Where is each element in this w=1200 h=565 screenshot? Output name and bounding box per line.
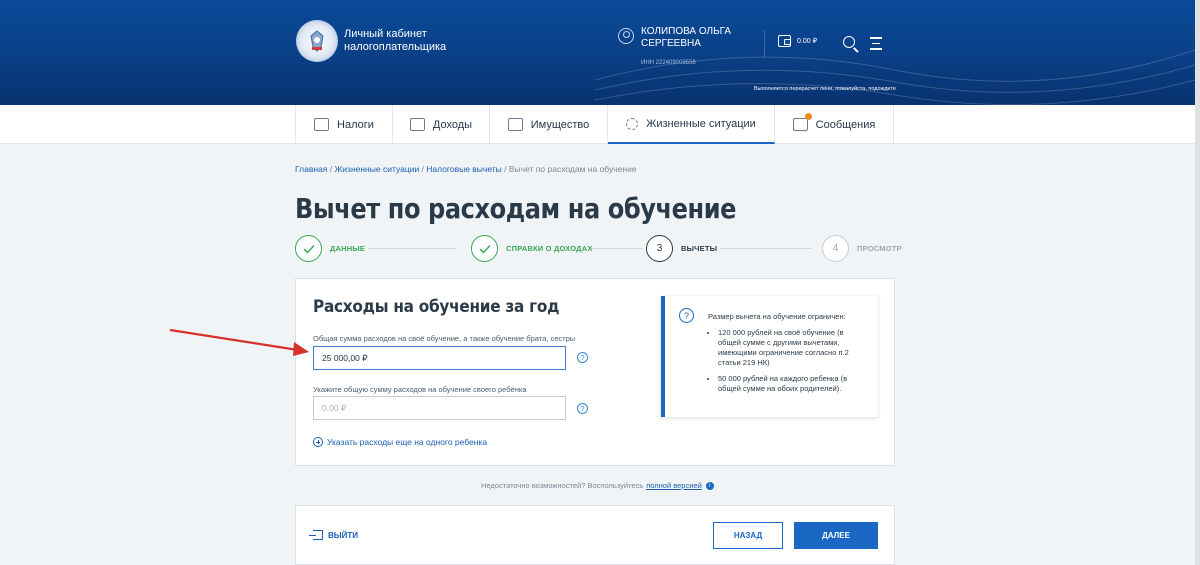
header-divider <box>764 30 765 58</box>
own-expenses-label: Общая сумма расходов на своё обучение, а… <box>313 334 576 343</box>
nav-taxes-label: Налоги <box>337 118 374 131</box>
breadcrumb: Главная / Жизненные ситуации / Налоговые… <box>295 164 637 174</box>
step-data-label: ДАННЫЕ <box>330 244 366 253</box>
nav-income[interactable]: Доходы <box>393 105 490 144</box>
recalc-notice: Выполняется перерасчет пени, пожалуйста,… <box>754 86 896 92</box>
logo-line-1: Личный кабинет <box>344 28 427 40</box>
nav-property-label: Имущество <box>530 118 590 131</box>
back-button[interactable]: НАЗАД <box>713 522 783 549</box>
page-title: Вычет по расходам на обучение <box>295 192 737 225</box>
breadcrumb-life-situations[interactable]: Жизненные ситуации <box>334 164 419 174</box>
step-number: 4 <box>822 235 849 262</box>
deduction-limit-info: ? Размер вычета на обучение ограничен: 1… <box>661 296 878 417</box>
own-expenses-input[interactable]: 25 000,00 ₽ <box>313 346 566 370</box>
nav-property[interactable]: Имущество <box>490 105 608 144</box>
info-list: 120 000 рублей на своё обучение (в общей… <box>708 328 868 400</box>
user-inn: ИНН 222409008558 <box>641 60 696 66</box>
step-connector <box>590 248 643 249</box>
step-income-certs-label: СПРАВКИ О ДОХОДАХ <box>506 244 593 253</box>
step-deductions-label: ВЫЧЕТЫ <box>681 244 718 253</box>
stepper: ДАННЫЕ СПРАВКИ О ДОХОДАХ 3 ВЫЧЕТЫ 4 ПРОС… <box>295 235 902 263</box>
add-child-expenses-label: Указать расходы еще на одного ребенка <box>327 437 488 447</box>
full-version-link[interactable]: полной версией <box>646 481 702 490</box>
plus-circle-icon <box>313 437 323 447</box>
property-icon <box>507 118 523 131</box>
info-list-item: 50 000 рублей на каждого ребенка (в обще… <box>718 374 868 394</box>
info-icon: i <box>705 481 714 490</box>
nav-messages[interactable]: Сообщения <box>775 105 894 144</box>
life-situations-icon <box>626 117 639 130</box>
scrollbar[interactable] <box>1195 0 1200 565</box>
user-icon <box>618 28 634 44</box>
user-profile[interactable]: КОЛИПОВА ОЛЬГА СЕРГЕЕВНА ИНН 22240900855… <box>618 26 731 69</box>
nav-taxes[interactable]: Налоги <box>296 105 393 144</box>
logo[interactable]: Личный кабинет налогоплательщика <box>296 20 446 62</box>
nav-life-situations-label: Жизненные ситуации <box>646 117 756 130</box>
income-icon <box>409 118 425 131</box>
form-title: Расходы на обучение за год <box>313 297 560 317</box>
nav-income-label: Доходы <box>432 118 473 131</box>
balance[interactable]: 0.00 ₽ <box>778 35 817 47</box>
messages-icon <box>792 113 812 131</box>
nav-messages-label: Сообщения <box>815 118 876 131</box>
user-first-name: КОЛИПОВА ОЛЬГА <box>641 26 732 37</box>
education-expenses-form: Расходы на обучение за год Общая сумма р… <box>295 278 895 466</box>
exit-icon <box>309 530 323 540</box>
step-review: 4 ПРОСМОТР <box>822 235 902 262</box>
main-nav: Налоги Доходы Имущество Жизненные ситуац… <box>0 105 1195 144</box>
step-connector <box>720 248 812 249</box>
menu-icon[interactable] <box>870 37 882 54</box>
form-actions: ВЫЙТИ НАЗАД ДАЛЕЕ <box>295 505 895 565</box>
logo-line-2: налогоплательщика <box>344 41 447 53</box>
note-text: Недостаточно возможностей? Воспользуйтес… <box>481 481 644 490</box>
step-connector <box>368 248 456 249</box>
breadcrumb-current: Вычет по расходам на обучение <box>508 164 637 174</box>
step-data[interactable]: ДАННЫЕ <box>295 235 365 262</box>
exit-button[interactable]: ВЫЙТИ <box>309 530 358 540</box>
check-icon <box>471 235 498 262</box>
question-icon: ? <box>679 308 694 323</box>
tax-icon <box>314 118 330 131</box>
help-icon[interactable]: ? <box>577 403 588 414</box>
step-deductions: 3 ВЫЧЕТЫ <box>646 235 717 262</box>
child-expenses-input[interactable]: 0.00 ₽ <box>313 396 566 420</box>
help-icon[interactable]: ? <box>577 352 588 363</box>
add-child-expenses-link[interactable]: Указать расходы еще на одного ребенка <box>313 437 487 447</box>
fns-emblem-icon <box>296 20 338 62</box>
breadcrumb-home[interactable]: Главная <box>295 164 327 174</box>
exit-label: ВЫЙТИ <box>328 530 358 540</box>
info-heading: Размер вычета на обучение ограничен: <box>708 312 846 321</box>
step-number: 3 <box>646 235 673 262</box>
search-icon[interactable] <box>843 36 855 48</box>
user-last-name: СЕРГЕЕВНА <box>641 38 701 49</box>
breadcrumb-tax-deductions[interactable]: Налоговые вычеты <box>426 164 502 174</box>
nav-life-situations[interactable]: Жизненные ситуации <box>608 105 775 144</box>
info-list-item: 120 000 рублей на своё обучение (в общей… <box>718 328 868 368</box>
step-income-certs[interactable]: СПРАВКИ О ДОХОДАХ <box>471 235 593 262</box>
wallet-icon <box>778 35 791 47</box>
check-icon <box>295 235 322 262</box>
next-button[interactable]: ДАЛЕЕ <box>794 522 878 549</box>
child-expenses-label: Укажите общую сумму расходов на обучение… <box>313 385 527 394</box>
balance-value: 0.00 ₽ <box>797 38 818 45</box>
app-header: Личный кабинет налогоплательщика КОЛИПОВ… <box>0 0 1195 105</box>
step-review-label: ПРОСМОТР <box>857 244 902 253</box>
